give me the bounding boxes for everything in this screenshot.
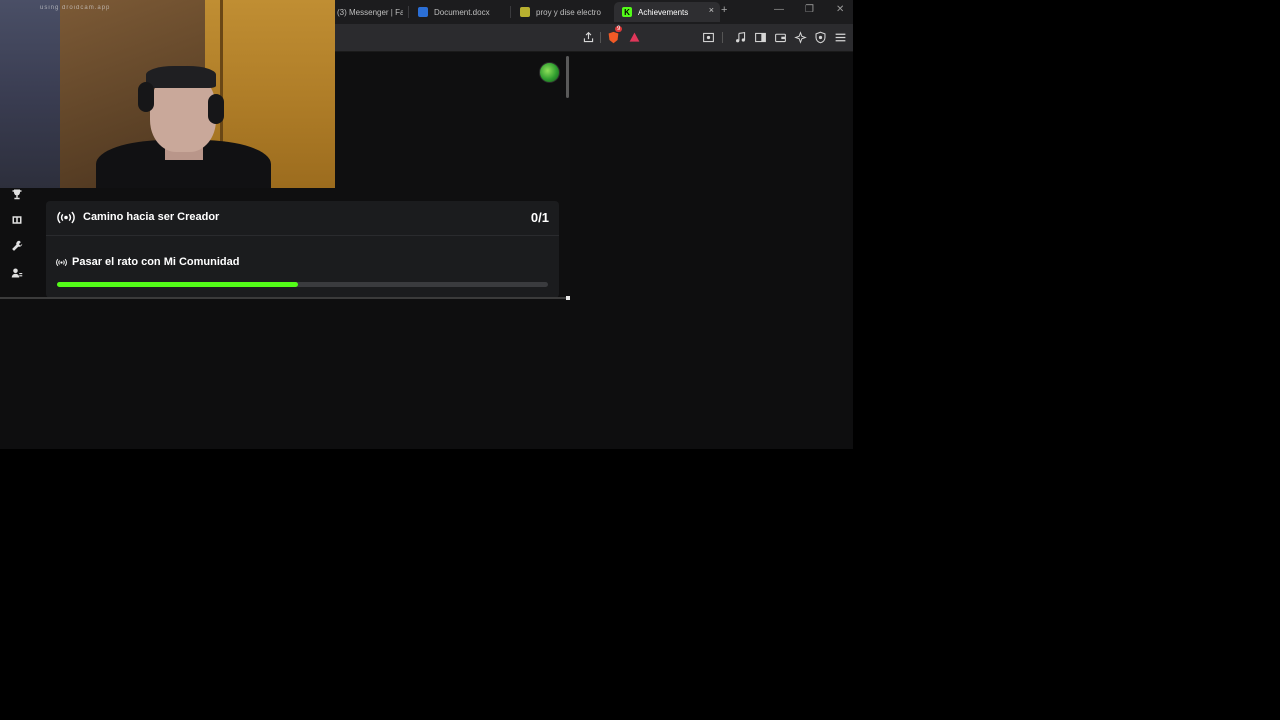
tab-label: proy y dise electro xyxy=(536,7,601,17)
tab-label: Achievements xyxy=(638,7,689,17)
tab-label: (3) Messenger | Fac xyxy=(337,7,403,17)
toolbar-divider xyxy=(722,32,723,43)
tab-label: Document.docx xyxy=(434,7,490,17)
new-tab-button[interactable]: + xyxy=(721,4,727,16)
headset-icon xyxy=(138,82,154,112)
film-icon[interactable] xyxy=(10,213,24,227)
music-note-icon[interactable] xyxy=(733,30,747,44)
toolbar-divider xyxy=(600,32,601,43)
screenshot-icon[interactable] xyxy=(701,30,715,44)
scroll-corner xyxy=(566,296,570,300)
horizontal-scrollbar[interactable] xyxy=(0,297,567,299)
sidebar-icon[interactable] xyxy=(753,30,767,44)
task-title: Pasar el rato con Mi Comunidad xyxy=(72,256,240,268)
achievement-title: Camino hacia ser Creador xyxy=(83,211,220,223)
achievement-header[interactable]: Camino hacia ser Creador 0/1 xyxy=(46,201,559,236)
leo-ai-icon[interactable] xyxy=(793,30,807,44)
tab-divider xyxy=(408,6,409,18)
tab-achievements[interactable]: K Achievements × xyxy=(614,2,720,22)
share-icon[interactable] xyxy=(581,30,595,44)
task-progress-fill xyxy=(57,282,298,287)
tab-messenger[interactable]: (3) Messenger | Fac xyxy=(337,2,403,22)
broadcast-small-icon xyxy=(56,258,67,267)
webcam-person-cap xyxy=(146,66,216,88)
task-progress-bar xyxy=(57,282,548,287)
wallet-icon[interactable] xyxy=(773,30,787,44)
users-icon[interactable] xyxy=(10,266,24,280)
trophy-icon[interactable] xyxy=(10,187,24,201)
vertical-scrollbar[interactable] xyxy=(566,56,569,98)
shields-badge: 9 xyxy=(615,26,623,32)
webcam-watermark: using droidcam.app xyxy=(40,5,111,11)
tab-document[interactable]: Document.docx xyxy=(418,2,506,22)
vpn-shield-icon[interactable] xyxy=(813,30,827,44)
menu-icon[interactable] xyxy=(833,30,847,44)
close-tab-icon[interactable]: × xyxy=(709,5,714,15)
close-window-button[interactable]: ✕ xyxy=(836,4,844,15)
achievement-count: 0/1 xyxy=(530,210,549,225)
kick-icon: K xyxy=(622,7,632,17)
webcam-overlay: using droidcam.app xyxy=(0,0,335,188)
restore-button[interactable]: ❐ xyxy=(805,4,814,15)
sheets-icon xyxy=(520,7,530,17)
brave-rewards-icon[interactable] xyxy=(627,30,641,44)
minimize-button[interactable]: — xyxy=(774,4,784,15)
wrench-icon[interactable] xyxy=(10,239,24,253)
word-doc-icon xyxy=(418,7,428,17)
brave-shields-icon[interactable]: 9 xyxy=(606,26,623,44)
browser-window: (3) Messenger | Fac Document.docx proy y… xyxy=(0,0,853,449)
user-avatar[interactable] xyxy=(539,62,560,83)
headset-earcup xyxy=(208,94,224,124)
broadcast-icon xyxy=(57,211,75,224)
tab-sheets[interactable]: proy y dise electro xyxy=(520,2,606,22)
tab-divider xyxy=(510,6,511,18)
achievement-card: Camino hacia ser Creador 0/1 Pasar el ra… xyxy=(46,201,559,298)
